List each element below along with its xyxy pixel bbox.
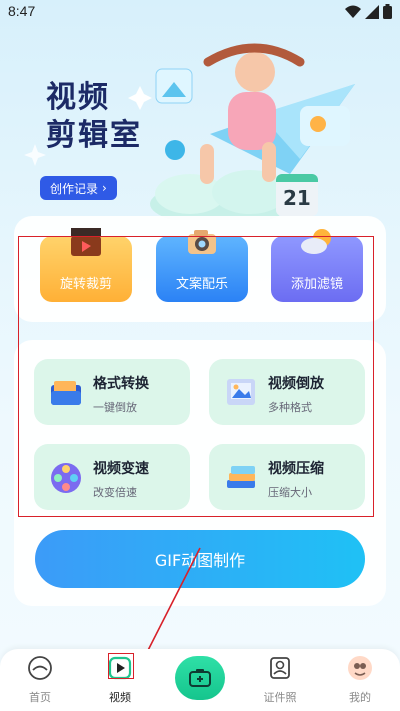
creation-records-label: 创作记录 [50,181,99,196]
camera-add-button[interactable] [175,656,225,700]
id-photo-icon [270,657,290,679]
annotation-highlight-box [18,236,374,517]
calendar-card: 21 [276,174,318,216]
battery-icon [383,4,392,19]
nav-id-photo[interactable]: 证件照 [250,649,310,711]
signal-icon [365,4,379,19]
nav-video-label: 视频 [109,691,131,704]
calendar-number: 21 [283,186,311,210]
nav-home[interactable]: 首页 [10,649,70,711]
annotation-nav-highlight [108,653,134,679]
avatar-icon [348,656,372,680]
creation-records-button[interactable]: 创作记录 › [40,176,117,200]
chevron-right-icon: › [102,181,107,195]
nav-mine[interactable]: 我的 [330,649,390,711]
status-time: 8:47 [8,3,36,19]
camera-add-icon [189,669,211,687]
status-icons [345,4,392,19]
nav-mine-label: 我的 [349,691,371,704]
hero-title-line2: 剪辑室 [46,118,142,153]
wifi-icon [345,5,361,18]
status-bar: 8:47 [0,0,400,24]
hero-banner: 21 视频 剪辑室 创作记录 › [0,24,400,220]
nav-id-photo-label: 证件照 [263,691,297,704]
nav-home-label: 首页 [29,691,51,704]
home-icon [28,656,52,680]
gif-maker-button[interactable]: GIF动图制作 [35,530,365,588]
